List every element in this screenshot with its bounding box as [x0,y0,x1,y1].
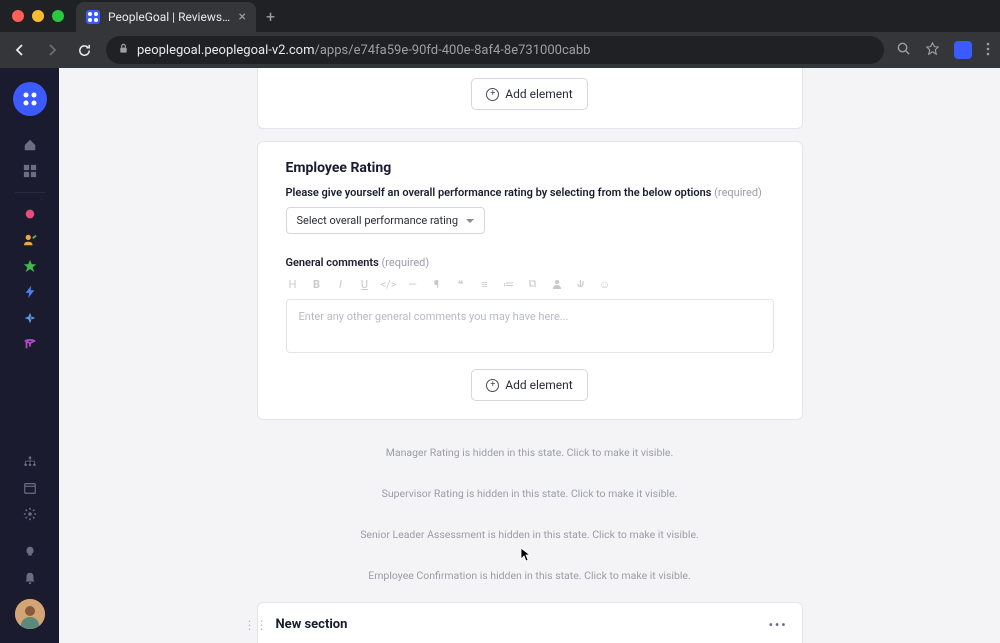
plus-circle-icon: + [486,379,499,392]
empty-state: Nothing to show [258,632,802,643]
addressbar: peoplegoal.peoplegoal-v2.com/apps/e74fa5… [0,32,1000,68]
window-controls [12,10,64,22]
heading-icon[interactable]: H [286,277,300,291]
new-tab-button[interactable]: + [266,7,275,26]
sidebar-item-4-icon[interactable] [0,279,59,305]
required-label: (required) [381,256,429,269]
hidden-section-message[interactable]: Manager Rating is hidden in this state. … [257,432,803,473]
comments-placeholder: Enter any other general comments you may… [299,310,569,323]
tab-title: PeopleGoal | Reviews (Multiple [108,10,231,24]
hidden-section-message[interactable]: Supervisor Rating is hidden in this stat… [257,473,803,514]
link-icon[interactable]: ⧉ [526,277,540,291]
add-element-label: Add element [505,87,572,101]
add-element-button[interactable]: + Add element [471,369,587,401]
new-section-title[interactable]: New section [276,617,348,632]
bullet-list-icon[interactable]: ≡ [478,277,492,291]
window-close-button[interactable] [12,10,24,22]
user-avatar[interactable] [15,599,45,629]
calendar-icon[interactable] [0,475,59,501]
url-bar[interactable]: peoplegoal.peoplegoal-v2.com/apps/e74fa5… [106,36,884,64]
emoji-icon[interactable]: ☺ [598,277,612,291]
drag-handle-icon[interactable]: ⋮⋮ [244,618,268,632]
lightbulb-icon[interactable] [0,539,59,565]
address-actions [896,41,990,60]
quote-icon[interactable]: ❝ [454,277,468,291]
hidden-section-message[interactable]: Employee Confirmation is hidden in this … [257,555,803,596]
tab-close-icon[interactable]: × [239,9,246,25]
attachment-icon[interactable] [574,277,588,291]
sidebar [0,68,59,643]
chevron-down-icon [466,219,474,223]
mention-icon[interactable] [550,277,564,291]
main-content: + Add element Employee Rating Please giv… [59,68,1000,643]
lock-icon [118,43,129,57]
url-path: /apps/e74fa59e-90fd-400e-8af4-8e731000ca… [315,43,591,58]
grid-icon[interactable] [0,158,59,184]
forward-button[interactable] [42,40,62,60]
extension-icon[interactable] [954,41,972,59]
rating-select-placeholder: Select overall performance rating [297,214,459,227]
add-element-label: Add element [505,378,572,392]
titlebar: PeopleGoal | Reviews (Multiple × + [0,0,1000,32]
prev-section-card: + Add element [257,68,803,129]
bell-icon[interactable] [0,565,59,591]
org-icon[interactable] [0,449,59,475]
url-host: peoplegoal.peoplegoal-v2.com [137,43,315,58]
italic-icon[interactable]: I [334,277,348,291]
settings-icon[interactable] [0,501,59,527]
tab-favicon-icon [86,10,100,24]
search-icon[interactable] [896,41,911,60]
number-list-icon[interactable]: ≔ [502,277,516,291]
window-minimize-button[interactable] [32,10,44,22]
app: + Add element Employee Rating Please giv… [0,68,1000,643]
sidebar-item-3-icon[interactable] [0,253,59,279]
employee-rating-card: Employee Rating Please give yourself an … [257,141,803,420]
sidebar-item-1-icon[interactable] [0,201,59,227]
hr-icon[interactable]: — [406,277,420,291]
sidebar-item-5-icon[interactable] [0,305,59,331]
comments-textarea[interactable]: Enter any other general comments you may… [286,299,774,353]
para-icon[interactable]: ¶ [430,277,444,291]
rating-prompt: Please give yourself an overall performa… [286,186,774,199]
back-button[interactable] [10,40,30,60]
more-menu-icon[interactable]: ••• [769,618,788,632]
sidebar-item-6-icon[interactable] [0,331,59,357]
new-section-card: ⋮⋮ New section ••• Nothing to show [257,602,803,643]
sidebar-item-2-icon[interactable] [0,227,59,253]
window-maximize-button[interactable] [52,10,64,22]
url-text: peoplegoal.peoplegoal-v2.com/apps/e74fa5… [137,43,590,58]
reload-button[interactable] [74,40,94,60]
bookmark-icon[interactable] [925,41,940,60]
code-icon[interactable]: </> [382,277,396,291]
bold-icon[interactable]: B [310,277,324,291]
app-logo-icon[interactable] [13,82,47,116]
hidden-section-message[interactable]: Senior Leader Assessment is hidden in th… [257,514,803,555]
rating-select[interactable]: Select overall performance rating [286,207,486,234]
sidebar-divider [15,192,45,193]
required-label: (required) [714,186,762,199]
add-element-button[interactable]: + Add element [471,78,587,110]
comments-label: General comments (required) [286,256,774,269]
underline-icon[interactable]: U [358,277,372,291]
plus-circle-icon: + [486,88,499,101]
section-title: Employee Rating [286,160,774,176]
home-icon[interactable] [0,132,59,158]
browser-tab[interactable]: PeopleGoal | Reviews (Multiple × [76,2,256,32]
browser-menu-icon[interactable] [986,41,990,60]
browser-chrome: PeopleGoal | Reviews (Multiple × + peopl… [0,0,1000,68]
editor-toolbar: H B I U </> — ¶ ❝ ≡ ≔ ⧉ ☺ [286,277,774,291]
